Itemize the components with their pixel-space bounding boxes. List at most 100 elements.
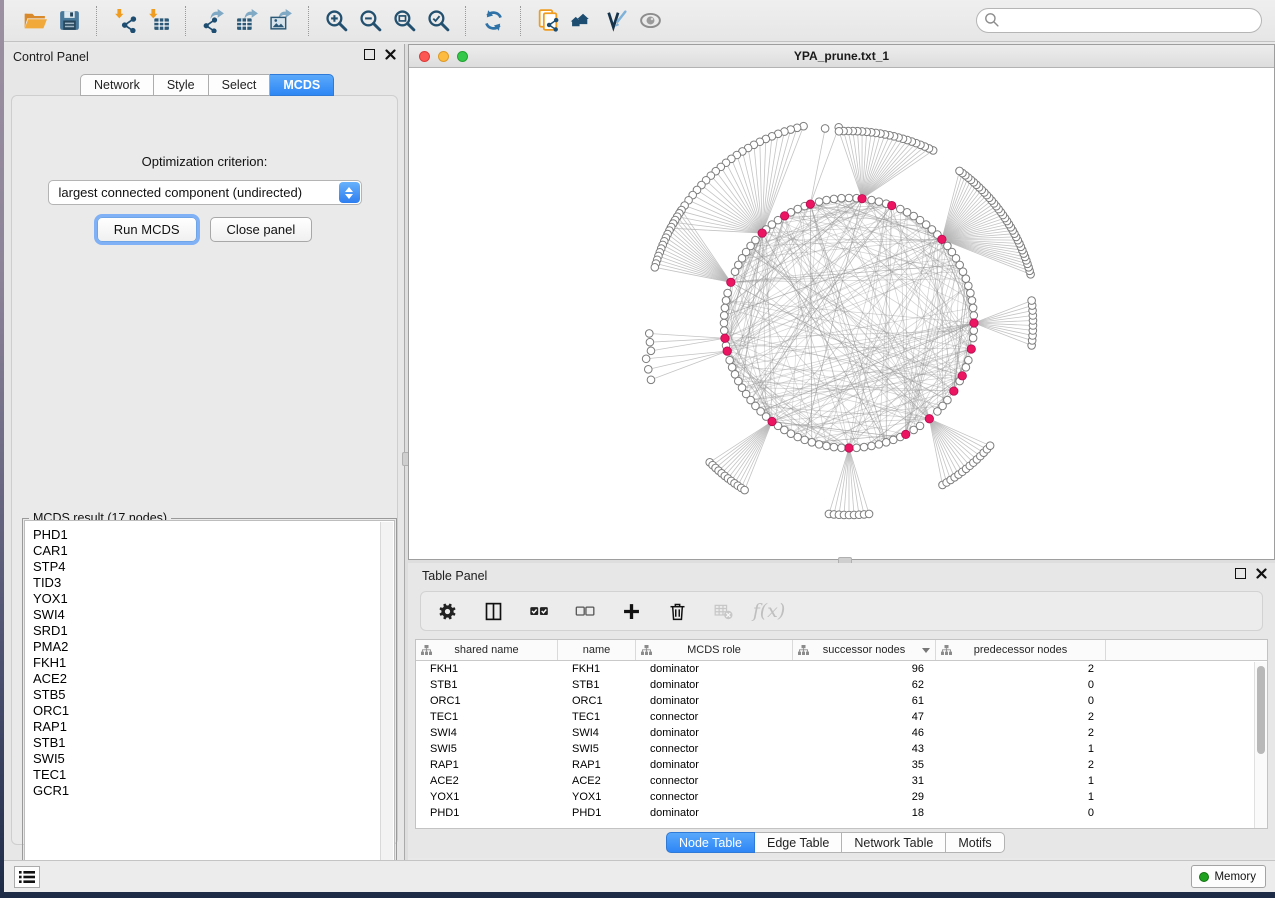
ring-node[interactable] bbox=[720, 312, 728, 320]
cell[interactable]: 18 bbox=[793, 805, 936, 821]
result-node-item[interactable]: PMA2 bbox=[33, 639, 394, 655]
ring-node[interactable] bbox=[731, 268, 739, 276]
result-node-item[interactable]: FKH1 bbox=[33, 655, 394, 671]
cell[interactable]: FKH1 bbox=[558, 661, 636, 677]
cell[interactable]: TEC1 bbox=[558, 709, 636, 725]
table-row[interactable]: PHD1PHD1dominator180 bbox=[416, 805, 1267, 821]
cell[interactable]: 35 bbox=[793, 757, 936, 773]
ring-node[interactable] bbox=[722, 297, 730, 305]
result-node-item[interactable]: SRD1 bbox=[33, 623, 394, 639]
tab-network[interactable]: Network bbox=[80, 74, 154, 96]
result-node-item[interactable]: STB5 bbox=[33, 687, 394, 703]
cell[interactable]: TEC1 bbox=[416, 709, 558, 725]
cell[interactable]: 2 bbox=[936, 757, 1106, 773]
zoom-in-button[interactable] bbox=[319, 5, 353, 37]
cell[interactable]: PHD1 bbox=[558, 805, 636, 821]
cell[interactable]: connector bbox=[636, 741, 793, 757]
column-header-name[interactable]: name bbox=[558, 640, 636, 660]
table-scrollbar-thumb[interactable] bbox=[1257, 666, 1265, 754]
mcds-hub-node[interactable] bbox=[858, 194, 866, 202]
ring-node[interactable] bbox=[962, 275, 970, 283]
vizmap-button[interactable] bbox=[599, 5, 633, 37]
mcds-hub-node[interactable] bbox=[758, 229, 766, 237]
table-row[interactable]: TEC1TEC1connector472 bbox=[416, 709, 1267, 725]
ring-node[interactable] bbox=[970, 327, 978, 335]
ring-node[interactable] bbox=[944, 396, 952, 404]
refresh-button[interactable] bbox=[476, 5, 510, 37]
mcds-hub-node[interactable] bbox=[888, 201, 896, 209]
zoom-out-button[interactable] bbox=[353, 5, 387, 37]
import-network-button[interactable] bbox=[107, 5, 141, 37]
mcds-hub-node[interactable] bbox=[727, 278, 735, 286]
cell[interactable]: connector bbox=[636, 789, 793, 805]
ring-node[interactable] bbox=[882, 439, 890, 447]
window-minimize-icon[interactable] bbox=[438, 51, 449, 62]
leaf-node[interactable] bbox=[644, 366, 652, 374]
cell[interactable]: YOX1 bbox=[558, 789, 636, 805]
cell[interactable]: dominator bbox=[636, 757, 793, 773]
cell[interactable]: 0 bbox=[936, 805, 1106, 821]
leaf-node[interactable] bbox=[741, 486, 749, 494]
mcds-hub-node[interactable] bbox=[723, 347, 731, 355]
column-header-predecessor-nodes[interactable]: predecessor nodes bbox=[936, 640, 1106, 660]
ring-node[interactable] bbox=[808, 439, 816, 447]
zoom-fit-button[interactable] bbox=[387, 5, 421, 37]
ring-node[interactable] bbox=[962, 364, 970, 372]
result-node-item[interactable]: TEC1 bbox=[33, 767, 394, 783]
leaf-node[interactable] bbox=[642, 355, 650, 363]
ring-node[interactable] bbox=[860, 443, 868, 451]
cell[interactable]: STB1 bbox=[416, 677, 558, 693]
zoom-selected-button[interactable] bbox=[421, 5, 455, 37]
cell[interactable]: 61 bbox=[793, 693, 936, 709]
table-row[interactable]: YOX1YOX1connector291 bbox=[416, 789, 1267, 805]
ring-node[interactable] bbox=[720, 319, 728, 327]
column-header-mcds-role[interactable]: MCDS role bbox=[636, 640, 793, 660]
cell[interactable]: RAP1 bbox=[416, 757, 558, 773]
ring-node[interactable] bbox=[721, 304, 729, 312]
cell[interactable]: 1 bbox=[936, 773, 1106, 789]
ring-node[interactable] bbox=[944, 242, 952, 250]
memory-button[interactable]: Memory bbox=[1191, 865, 1266, 888]
close-panel-icon[interactable] bbox=[385, 49, 396, 60]
export-table-button[interactable] bbox=[230, 5, 264, 37]
leaf-node[interactable] bbox=[651, 264, 659, 272]
result-node-item[interactable]: GCR1 bbox=[33, 783, 394, 799]
ring-node[interactable] bbox=[868, 196, 876, 204]
table-row[interactable]: ACE2ACE2connector311 bbox=[416, 773, 1267, 789]
cell[interactable]: 29 bbox=[793, 789, 936, 805]
export-network-button[interactable] bbox=[196, 5, 230, 37]
cell[interactable]: 0 bbox=[936, 677, 1106, 693]
cell[interactable]: dominator bbox=[636, 677, 793, 693]
ring-node[interactable] bbox=[845, 194, 853, 202]
ring-node[interactable] bbox=[875, 198, 883, 206]
cell[interactable]: dominator bbox=[636, 693, 793, 709]
mcds-result-list[interactable]: PHD1CAR1STP4TID3YOX1SWI4SRD1PMA2FKH1ACE2… bbox=[24, 520, 395, 888]
cell[interactable]: SWI4 bbox=[416, 725, 558, 741]
ring-node[interactable] bbox=[916, 422, 924, 430]
cell[interactable]: connector bbox=[636, 709, 793, 725]
column-header-shared-name[interactable]: shared name bbox=[416, 640, 558, 660]
ring-node[interactable] bbox=[868, 442, 876, 450]
ring-node[interactable] bbox=[965, 356, 973, 364]
result-node-item[interactable]: ORC1 bbox=[33, 703, 394, 719]
ring-node[interactable] bbox=[720, 327, 728, 335]
mcds-hub-node[interactable] bbox=[970, 319, 978, 327]
cell[interactable]: 1 bbox=[936, 789, 1106, 805]
cell[interactable]: STB1 bbox=[558, 677, 636, 693]
ring-node[interactable] bbox=[897, 205, 905, 213]
result-list-scrollbar[interactable] bbox=[380, 522, 393, 886]
cell[interactable]: SWI5 bbox=[558, 741, 636, 757]
mcds-hub-node[interactable] bbox=[967, 345, 975, 353]
ring-node[interactable] bbox=[815, 441, 823, 449]
tab-edge-table[interactable]: Edge Table bbox=[755, 832, 842, 853]
ring-node[interactable] bbox=[969, 334, 977, 342]
cell[interactable]: ACE2 bbox=[416, 773, 558, 789]
leaf-node[interactable] bbox=[645, 330, 653, 338]
criterion-dropdown[interactable]: largest connected component (undirected) bbox=[48, 180, 362, 205]
cell[interactable]: SWI4 bbox=[558, 725, 636, 741]
cell[interactable]: 0 bbox=[936, 693, 1106, 709]
cell[interactable]: ACE2 bbox=[558, 773, 636, 789]
cell[interactable]: 2 bbox=[936, 725, 1106, 741]
ring-node[interactable] bbox=[875, 441, 883, 449]
table-row[interactable]: RAP1RAP1dominator352 bbox=[416, 757, 1267, 773]
